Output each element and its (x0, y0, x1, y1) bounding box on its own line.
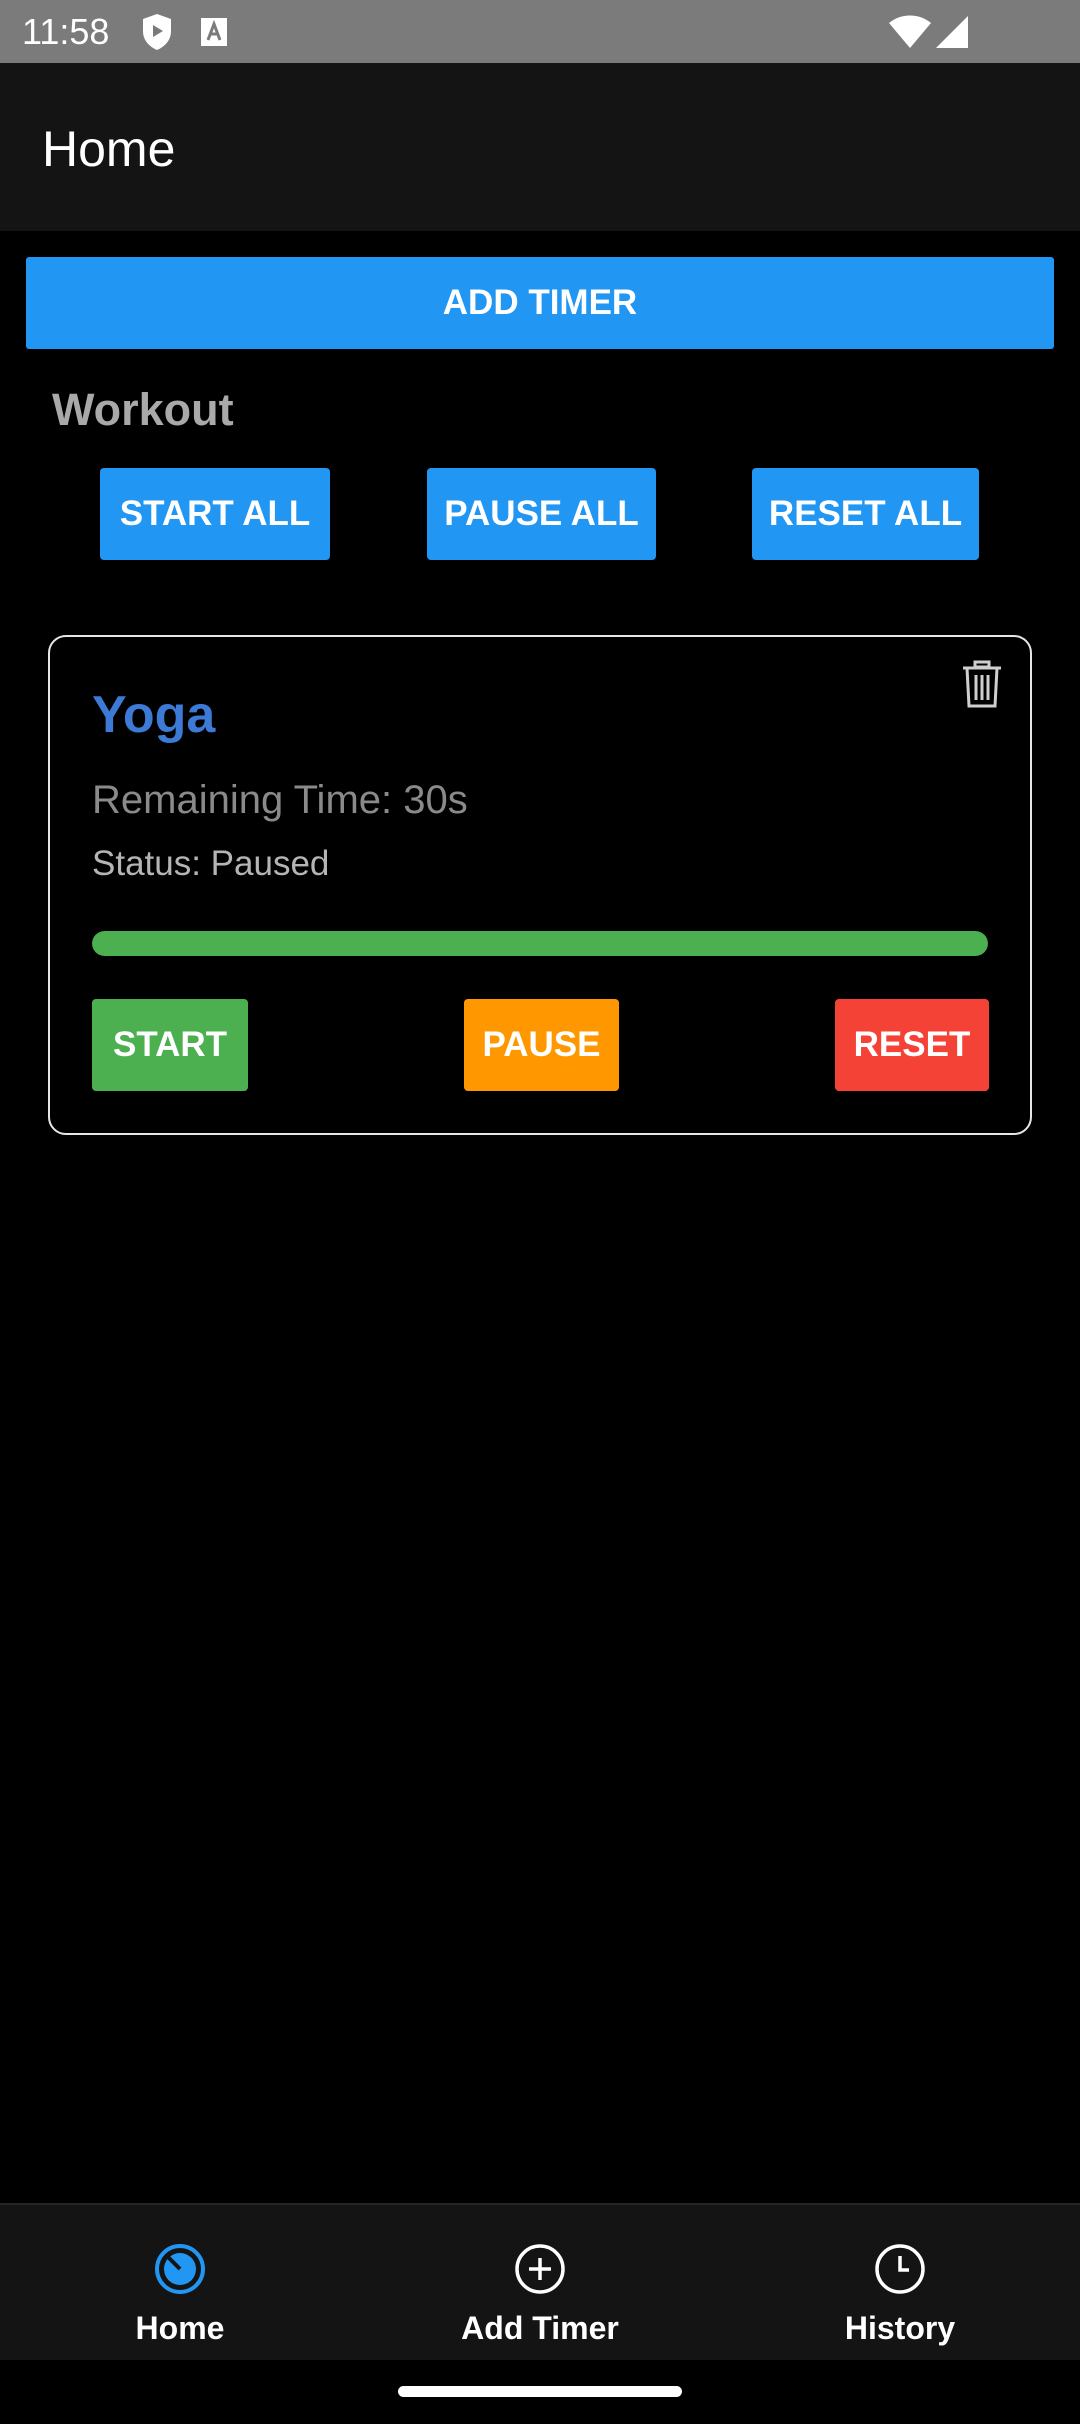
screen: 11:58 Home ADD TIMER Workout START ALL P… (0, 0, 1080, 2424)
start-button[interactable]: START (92, 999, 248, 1091)
status-bar: 11:58 (0, 0, 1080, 63)
progress-bar (92, 931, 988, 956)
gesture-bar[interactable] (398, 2386, 682, 2397)
nav-label-history: History (844, 2310, 956, 2346)
nav-label-home: Home (135, 2310, 225, 2346)
reset-all-button[interactable]: RESET ALL (752, 468, 979, 560)
nav-item-history[interactable]: History (750, 2205, 1050, 2362)
clock-icon (874, 2243, 926, 2295)
page-title: Home (42, 121, 176, 177)
add-circle-icon (514, 2243, 566, 2295)
pause-all-button[interactable]: PAUSE ALL (427, 468, 656, 560)
nav-item-add-timer[interactable]: Add Timer (390, 2205, 690, 2362)
signal-icon (934, 14, 970, 55)
bottom-nav: Home Add Timer History (0, 2203, 1080, 2360)
timer-name: Yoga (92, 686, 216, 744)
start-all-button[interactable]: START ALL (100, 468, 330, 560)
remaining-time: Remaining Time: 30s (92, 778, 468, 822)
status-time: 11:58 (22, 11, 110, 52)
trash-icon[interactable] (962, 660, 1002, 708)
pause-button[interactable]: PAUSE (464, 999, 619, 1091)
nav-item-home[interactable]: Home (30, 2205, 330, 2362)
reset-button[interactable]: RESET (835, 999, 989, 1091)
app-bar: Home (0, 63, 1080, 231)
shield-icon (140, 12, 174, 57)
group-title: Workout (52, 384, 234, 435)
wifi-icon (888, 14, 932, 55)
add-timer-button[interactable]: ADD TIMER (26, 257, 1054, 349)
nav-label-add-timer: Add Timer (461, 2310, 619, 2346)
progress-fill (92, 931, 988, 956)
timer-status: Status: Paused (92, 844, 330, 883)
a-badge-icon (200, 17, 228, 52)
timer-icon (154, 2243, 206, 2295)
